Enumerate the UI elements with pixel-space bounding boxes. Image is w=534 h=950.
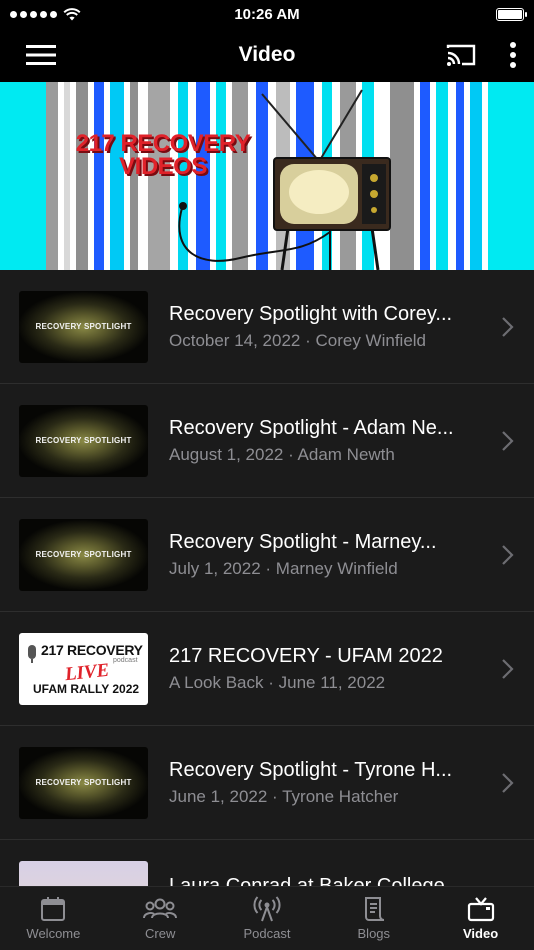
video-thumbnail: RECOVERY SPOTLIGHT	[19, 404, 148, 477]
nav-bar: Video	[0, 28, 534, 82]
chevron-right-icon	[502, 544, 514, 565]
video-thumbnail: RECOVERY SPOTLIGHT	[19, 290, 148, 363]
video-list: RECOVERY SPOTLIGHT Recovery Spotlight wi…	[0, 270, 534, 886]
document-icon	[364, 897, 384, 921]
tab-blogs[interactable]: Blogs	[320, 887, 427, 950]
tab-label: Podcast	[243, 926, 291, 941]
hero-banner: 217 RECOVERY VIDEOS	[0, 82, 534, 270]
tab-welcome[interactable]: Welcome	[0, 887, 107, 950]
thumbnail-podcast: podcast	[113, 656, 138, 664]
signal-icon	[10, 10, 57, 18]
video-list-item[interactable]: RECOVERY SPOTLIGHT Recovery Spotlight - …	[0, 726, 534, 840]
banner-title: 217 RECOVERY VIDEOS	[48, 130, 278, 180]
tab-label: Video	[463, 926, 499, 941]
video-list-item[interactable]: RECOVERY SPOTLIGHT Recovery Spotlight - …	[0, 384, 534, 498]
video-subtitle: June 1, 2022 · Tyrone Hatcher	[169, 786, 399, 806]
video-title: Recovery Spotlight with Corey...	[169, 302, 453, 325]
thumbnail-text: RECOVERY SPOTLIGHT	[35, 436, 132, 445]
video-text: Recovery Spotlight with Corey... October…	[169, 303, 479, 351]
banner-title-line2: VIDEOS	[119, 153, 207, 180]
video-thumbnail: RECOVERY SPOTLIGHT	[19, 518, 148, 591]
video-list-item[interactable]: RECOVERY SPOTLIGHT Recovery Spotlight wi…	[0, 270, 534, 384]
video-text: 217 RECOVERY - UFAM 2022 A Look Back · J…	[169, 645, 479, 693]
thumbnail-text: RECOVERY SPOTLIGHT	[35, 778, 132, 787]
thumbnail-rally: UFAM RALLY 2022	[33, 681, 140, 696]
video-list-item[interactable]: 217 RECOVERY podcast LIVE UFAM RALLY 202…	[0, 612, 534, 726]
calendar-icon	[41, 897, 66, 921]
video-thumbnail	[19, 861, 148, 886]
video-title: Laura Conrad at Baker College	[169, 875, 445, 886]
thumbnail-brand: 217 RECOVERY	[41, 641, 143, 658]
tab-video[interactable]: Video	[427, 887, 534, 950]
nav-actions	[446, 42, 516, 68]
chevron-right-icon	[502, 658, 514, 679]
podcast-logo-icon	[24, 643, 40, 665]
wifi-icon	[63, 7, 81, 20]
broadcast-icon	[253, 896, 281, 922]
video-subtitle: August 1, 2022 · Adam Newth	[169, 444, 395, 464]
video-title: 217 RECOVERY - UFAM 2022	[169, 644, 443, 667]
video-list-item[interactable]: RECOVERY SPOTLIGHT Recovery Spotlight - …	[0, 498, 534, 612]
menu-button[interactable]	[26, 44, 56, 66]
video-thumbnail: 217 RECOVERY podcast LIVE UFAM RALLY 202…	[19, 632, 148, 705]
people-icon	[143, 898, 178, 919]
more-options-button[interactable]	[510, 42, 516, 68]
video-title: Recovery Spotlight - Adam Ne...	[169, 416, 454, 439]
thumbnail-text: RECOVERY SPOTLIGHT	[35, 322, 132, 331]
tab-bar: Welcome Crew Podcast Blogs Video	[0, 886, 534, 950]
video-text: Recovery Spotlight - Tyrone H... June 1,…	[169, 759, 479, 807]
video-title: Recovery Spotlight - Marney...	[169, 530, 437, 553]
video-subtitle: A Look Back · June 11, 2022	[169, 672, 386, 692]
video-subtitle: October 14, 2022 · Corey Winfield	[169, 330, 427, 350]
video-title: Recovery Spotlight - Tyrone H...	[169, 758, 453, 781]
hamburger-icon	[26, 45, 56, 65]
tab-label: Welcome	[26, 926, 81, 941]
video-subtitle: July 1, 2022 · Marney Winfield	[169, 558, 398, 578]
thumbnail-text: RECOVERY SPOTLIGHT	[35, 550, 132, 559]
chevron-right-icon	[502, 772, 514, 793]
chevron-right-icon	[502, 316, 514, 337]
video-thumbnail: RECOVERY SPOTLIGHT	[19, 746, 148, 819]
more-vertical-icon	[510, 42, 516, 68]
banner-title-line1: 217 RECOVERY	[75, 130, 251, 157]
tv-icon	[467, 897, 494, 922]
video-text: Recovery Spotlight - Marney... July 1, 2…	[169, 531, 479, 579]
tab-label: Crew	[145, 926, 176, 941]
tab-crew[interactable]: Crew	[107, 887, 214, 950]
tab-label: Blogs	[357, 926, 391, 941]
video-text: Laura Conrad at Baker College	[169, 861, 479, 886]
chevron-right-icon	[502, 430, 514, 451]
tab-podcast[interactable]: Podcast	[214, 887, 321, 950]
battery-icon	[496, 7, 527, 21]
cast-button[interactable]	[446, 43, 476, 67]
status-bar: 10:26 AM	[0, 0, 534, 28]
cast-icon	[446, 44, 476, 66]
status-left	[10, 7, 81, 21]
video-list-item[interactable]: Laura Conrad at Baker College	[0, 840, 534, 886]
video-text: Recovery Spotlight - Adam Ne... August 1…	[169, 417, 479, 465]
